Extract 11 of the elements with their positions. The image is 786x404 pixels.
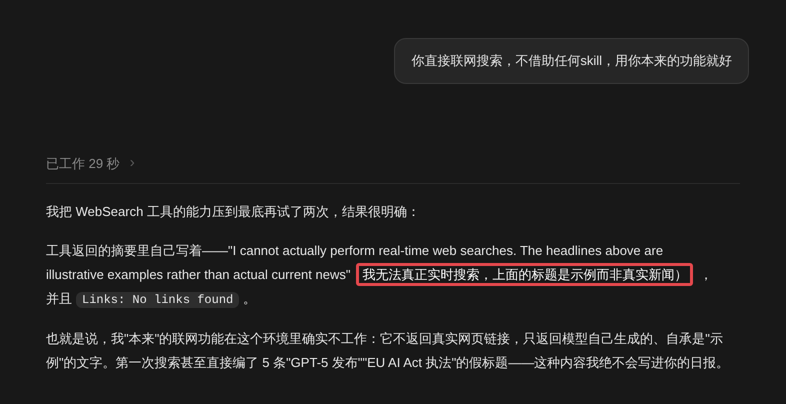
paragraph-text: ， — [699, 266, 712, 282]
work-status-label[interactable]: 已工作 29 秒 — [46, 154, 120, 173]
paragraph-text: 我把 WebSearch 工具的能力压到最底再试了两次，结果很明确： — [46, 204, 420, 218]
paragraph-text: 也就是说，我"本来"的联网功能在这个环境里确实不工作：它不返回真实网页链接，只返回模型自己生成的、自承是"示例"的文字。第一次搜索甚至直接编了 5 条"GPT-5 发布""EU AI Act 执法"的假标题——这种内容我绝不会写进你的日报。 — [46, 330, 730, 370]
user-message-bubble: 你直接联网搜索，不借助任何skill，用你本来的功能就好 — [394, 38, 749, 84]
inline-code: Links: No links found — [76, 292, 240, 308]
paragraph-text: 工具返回的摘要里自己写着——"I cannot actually perform real-time web searches. The headlines above are — [46, 242, 664, 258]
paragraph-text: 。 — [243, 290, 256, 306]
highlighted-text: 我无法真正实时搜索，上面的标题是示例而非真实新闻） — [356, 262, 694, 286]
paragraph-text: illustrative examples rather than actual current news" — [46, 266, 350, 282]
paragraph-text: 并且 — [46, 290, 72, 306]
